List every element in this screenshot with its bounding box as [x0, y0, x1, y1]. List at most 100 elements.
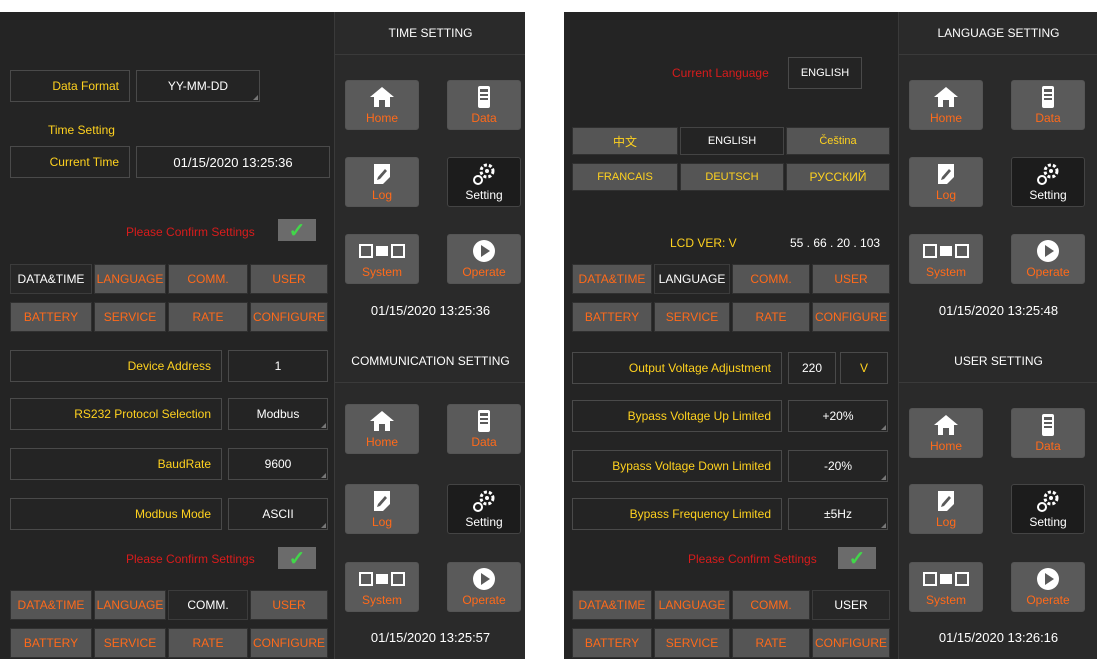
nav-sidebar: LANGUAGE SETTING Home Data Log Setting S… — [898, 12, 1097, 340]
home-button[interactable]: Home — [909, 408, 983, 458]
setting-label: Setting — [1029, 188, 1067, 202]
data-format-field[interactable]: YY-MM-DD — [136, 70, 260, 102]
communication-setting-content: Device Address 1 RS232 Protocol Selectio… — [0, 340, 334, 659]
home-label: Home — [929, 439, 962, 453]
nav-sidebar: TIME SETTING Home Data Log Setting Syste… — [334, 12, 525, 340]
gear-icon — [1012, 162, 1084, 186]
device-address-field[interactable]: 1 — [228, 350, 328, 382]
bypass-frequency-field[interactable]: ±5Hz — [788, 498, 888, 530]
system-button[interactable]: System — [909, 234, 983, 284]
bypass-voltage-down-field[interactable]: -20% — [788, 450, 888, 482]
home-button[interactable]: Home — [345, 404, 419, 454]
operate-button[interactable]: Operate — [447, 234, 521, 284]
language-option-german[interactable]: DEUTSCH — [680, 163, 784, 191]
lcd-version-value: 55 . 66 . 20 . 103 — [790, 236, 881, 250]
setting-button[interactable]: Setting — [447, 484, 521, 534]
tab-battery[interactable]: BATTERY — [10, 628, 92, 658]
tab-configure[interactable]: CONFIGURE — [250, 302, 328, 332]
language-option-english[interactable]: ENGLISH — [680, 127, 784, 155]
operate-label: Operate — [462, 593, 506, 607]
page-title: TIME SETTING — [335, 12, 525, 55]
modbus-mode-field[interactable]: ASCII — [228, 498, 328, 530]
log-button[interactable]: Log — [909, 157, 983, 207]
bypass-voltage-up-label: Bypass Voltage Up Limited — [572, 400, 782, 432]
tab-user[interactable]: USER — [812, 590, 890, 620]
operate-button[interactable]: Operate — [447, 562, 521, 612]
home-button[interactable]: Home — [345, 80, 419, 130]
tab-rate[interactable]: RATE — [732, 302, 810, 332]
log-button[interactable]: Log — [909, 484, 983, 534]
tab-data-time[interactable]: DATA&TIME — [572, 590, 652, 620]
system-button[interactable]: System — [909, 562, 983, 612]
log-button[interactable]: Log — [345, 484, 419, 534]
log-icon — [910, 162, 982, 186]
tab-comm[interactable]: COMM. — [168, 264, 248, 294]
setting-button[interactable]: Setting — [1011, 484, 1085, 534]
system-label: System — [361, 593, 402, 607]
home-icon — [910, 413, 982, 437]
tab-language[interactable]: LANGUAGE — [654, 590, 730, 620]
language-option-french[interactable]: FRANCAIS — [572, 163, 678, 191]
data-button[interactable]: Data — [1011, 408, 1085, 458]
tab-user[interactable]: USER — [250, 264, 328, 294]
language-option-czech[interactable]: Čeština — [786, 127, 890, 155]
tab-service[interactable]: SERVICE — [654, 628, 730, 658]
gear-icon — [448, 162, 520, 186]
gear-icon — [448, 489, 520, 513]
log-button[interactable]: Log — [345, 157, 419, 207]
system-icon — [910, 239, 982, 263]
tab-comm[interactable]: COMM. — [732, 264, 810, 294]
tab-rate[interactable]: RATE — [168, 302, 248, 332]
tab-user[interactable]: USER — [812, 264, 890, 294]
tab-comm[interactable]: COMM. — [168, 590, 248, 620]
data-button[interactable]: Data — [447, 80, 521, 130]
system-button[interactable]: System — [345, 234, 419, 284]
tab-service[interactable]: SERVICE — [94, 628, 166, 658]
output-voltage-field[interactable]: 220 — [788, 352, 836, 384]
home-icon — [346, 409, 418, 433]
confirm-check-button[interactable]: ✓ — [278, 219, 316, 242]
current-language-field[interactable]: ENGLISH — [788, 57, 862, 89]
tab-battery[interactable]: BATTERY — [572, 628, 652, 658]
confirm-check-button[interactable]: ✓ — [278, 547, 316, 570]
tab-comm[interactable]: COMM. — [732, 590, 810, 620]
tab-battery[interactable]: BATTERY — [10, 302, 92, 332]
tab-data-time[interactable]: DATA&TIME — [10, 590, 92, 620]
tab-data-time[interactable]: DATA&TIME — [572, 264, 652, 294]
tab-language[interactable]: LANGUAGE — [94, 264, 166, 294]
tab-configure[interactable]: CONFIGURE — [812, 302, 890, 332]
language-option-chinese[interactable]: 中文 — [572, 127, 678, 155]
operate-button[interactable]: Operate — [1011, 234, 1085, 284]
system-label: System — [925, 593, 966, 607]
rs232-protocol-field[interactable]: Modbus — [228, 398, 328, 430]
current-time-field[interactable]: 01/15/2020 13:25:36 — [136, 146, 330, 178]
data-button[interactable]: Data — [447, 404, 521, 454]
operate-button[interactable]: Operate — [1011, 562, 1085, 612]
baudrate-field[interactable]: 9600 — [228, 448, 328, 480]
tab-language[interactable]: LANGUAGE — [94, 590, 166, 620]
page-title: USER SETTING — [899, 340, 1097, 383]
bypass-voltage-up-field[interactable]: +20% — [788, 400, 888, 432]
tab-language[interactable]: LANGUAGE — [654, 264, 730, 294]
page-title: COMMUNICATION SETTING — [335, 340, 525, 383]
language-option-russian[interactable]: РУССКИЙ — [786, 163, 890, 191]
tab-rate[interactable]: RATE — [168, 628, 248, 658]
tab-user[interactable]: USER — [250, 590, 328, 620]
tab-configure[interactable]: CONFIGURE — [250, 628, 328, 658]
tab-service[interactable]: SERVICE — [94, 302, 166, 332]
setting-button[interactable]: Setting — [1011, 157, 1085, 207]
system-button[interactable]: System — [345, 562, 419, 612]
home-button[interactable]: Home — [909, 80, 983, 130]
tab-rate[interactable]: RATE — [732, 628, 810, 658]
tab-configure[interactable]: CONFIGURE — [812, 628, 890, 658]
confirm-settings-text: Please Confirm Settings — [688, 552, 817, 566]
system-icon — [910, 567, 982, 591]
tab-service[interactable]: SERVICE — [654, 302, 730, 332]
tab-data-time[interactable]: DATA&TIME — [10, 264, 92, 294]
data-button[interactable]: Data — [1011, 80, 1085, 130]
tab-battery[interactable]: BATTERY — [572, 302, 652, 332]
home-label: Home — [365, 435, 398, 449]
confirm-check-button[interactable]: ✓ — [838, 547, 876, 570]
setting-button[interactable]: Setting — [447, 157, 521, 207]
baudrate-label: BaudRate — [10, 448, 222, 480]
